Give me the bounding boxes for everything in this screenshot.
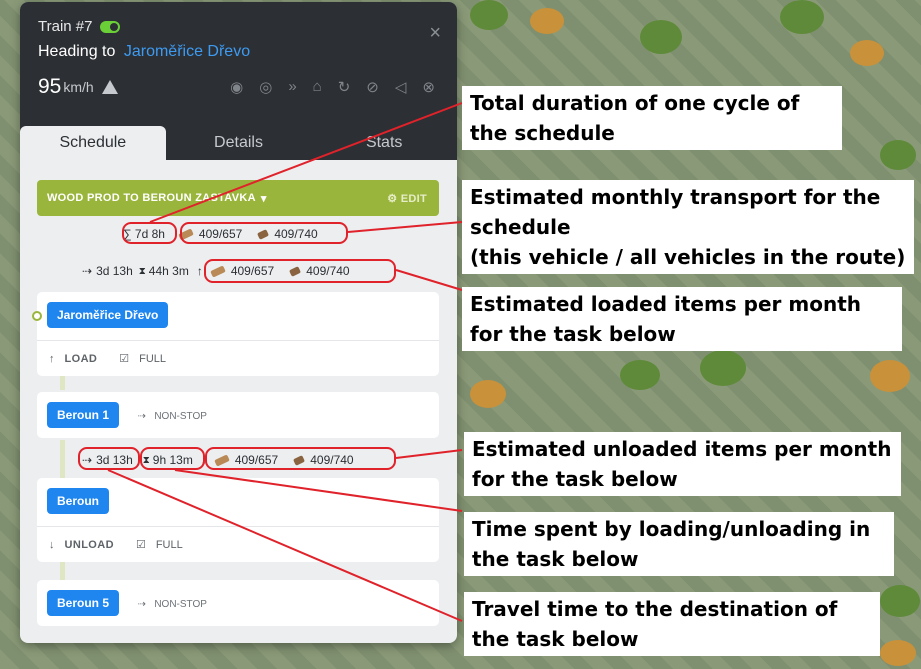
tab-schedule[interactable]: Schedule <box>20 126 166 160</box>
station-chip[interactable]: Beroun 5 <box>47 590 120 616</box>
arrow-right-icon: ⇢ <box>137 599 146 610</box>
tree-decoration <box>850 40 884 66</box>
task-condition: FULL <box>139 352 167 365</box>
active-toggle[interactable] <box>100 20 121 33</box>
task-card[interactable]: Beroun 1 ⇢ NON-STOP <box>37 392 439 438</box>
highlight-travel-time <box>78 447 140 470</box>
callout-loading-time: Time spent by loading/unloading in the t… <box>464 512 894 576</box>
schedule-name-bar[interactable]: WOOD PROD TO BEROUN ZASTAVKA ▾ ⚙ EDIT <box>37 180 439 216</box>
tab-stats[interactable]: Stats <box>311 126 457 160</box>
route-line <box>60 440 65 478</box>
highlight-unloaded-items <box>205 447 396 470</box>
station-chip[interactable]: Jaroměřice Dřevo <box>47 302 169 328</box>
highlight-cycle-duration <box>122 222 177 244</box>
close-icon[interactable]: × <box>429 22 441 45</box>
chevron-down-icon[interactable]: ▾ <box>261 192 267 205</box>
warning-icon[interactable] <box>101 80 118 94</box>
tree-decoration <box>700 350 746 386</box>
task-mode: NON-STOP <box>154 411 207 422</box>
task-mode: NON-STOP <box>154 599 207 610</box>
tab-details[interactable]: Details <box>166 126 312 160</box>
station-chip[interactable]: Beroun <box>47 488 109 514</box>
edit-label: EDIT <box>400 192 427 205</box>
travel-time: 3d 13h <box>96 264 133 278</box>
panel-header: Train #7 × Heading to Jaroměřice Dřevo 9… <box>20 2 457 112</box>
heading-label: Heading to <box>38 43 116 60</box>
tree-decoration <box>880 640 916 666</box>
highlight-monthly-transport <box>180 222 348 244</box>
skip-icon[interactable]: » <box>288 78 296 96</box>
task-card[interactable]: Beroun ↓ UNLOAD ☑ FULL <box>37 478 439 562</box>
route-line <box>60 562 65 580</box>
callout-monthly-transport: Estimated monthly transport for the sche… <box>462 180 914 274</box>
schedule-name: WOOD PROD TO BEROUN ZASTAVKA <box>47 192 256 204</box>
no-shop-icon[interactable]: ⊘ <box>366 78 379 96</box>
vehicle-panel: Train #7 × Heading to Jaroměřice Dřevo 9… <box>20 2 457 643</box>
tab-bar: Schedule Details Stats <box>20 112 457 160</box>
tree-decoration <box>470 380 506 408</box>
train-title: Train #7 <box>38 18 93 35</box>
arrow-right-icon: ⇢ <box>82 264 93 278</box>
checkbox-icon: ☑ <box>135 539 146 551</box>
callout-line: (this vehicle / all vehicles in the rout… <box>470 245 906 269</box>
tree-decoration <box>470 0 508 30</box>
task-action: UNLOAD <box>64 538 114 551</box>
destination-link[interactable]: Jaroměřice Dřevo <box>124 43 250 60</box>
mute-icon[interactable]: ⊗ <box>422 78 435 96</box>
arrow-up-icon: ↑ <box>49 352 55 365</box>
callout-unloaded-items: Estimated unloaded items per month for t… <box>464 432 901 496</box>
station-chip[interactable]: Beroun 1 <box>47 402 120 428</box>
checkbox-icon: ☑ <box>119 353 130 365</box>
task-card[interactable]: Jaroměřice Dřevo ↑ LOAD ☑ FULL <box>37 292 439 376</box>
refresh-icon[interactable]: ↻ <box>338 78 351 96</box>
tree-decoration <box>780 0 824 34</box>
callout-line: Estimated monthly transport for the sche… <box>470 185 881 239</box>
task-card[interactable]: Beroun 5 ⇢ NON-STOP <box>37 580 439 626</box>
loading-time: 44h 3m <box>148 264 189 278</box>
task-condition: FULL <box>155 538 183 551</box>
tree-decoration <box>870 360 910 392</box>
highlight-loading-time <box>140 447 205 470</box>
action-icons: ◉ ◎ » ⌂ ↻ ⊘ ◁ ⊗ <box>230 78 435 96</box>
arrow-down-icon: ↓ <box>49 538 55 551</box>
highlight-loaded-items <box>204 259 396 283</box>
horn-icon[interactable]: ◁ <box>395 78 407 96</box>
loading-icon: ⧗ <box>138 265 146 277</box>
depot-icon[interactable]: ⌂ <box>313 78 322 96</box>
speed-value: 95 <box>38 75 62 98</box>
callout-total-duration: Total duration of one cycle of the sched… <box>462 86 842 150</box>
speed-unit: km/h <box>63 79 94 95</box>
arrow-up-icon: ↑ <box>196 264 203 278</box>
callout-loaded-items: Estimated loaded items per month for the… <box>462 287 902 351</box>
tree-decoration <box>530 8 564 34</box>
tree-decoration <box>620 360 660 390</box>
tree-decoration <box>880 585 920 617</box>
current-task-indicator <box>32 311 42 321</box>
target-icon[interactable]: ◉ <box>230 78 243 96</box>
eye-icon[interactable]: ◎ <box>259 78 272 96</box>
arrow-right-icon: ⇢ <box>137 411 146 422</box>
tree-decoration <box>880 140 916 170</box>
callout-travel-time: Travel time to the destination of the ta… <box>464 592 880 656</box>
task-action: LOAD <box>64 352 98 365</box>
tree-decoration <box>640 20 682 54</box>
edit-button[interactable]: ⚙ EDIT <box>387 192 427 205</box>
